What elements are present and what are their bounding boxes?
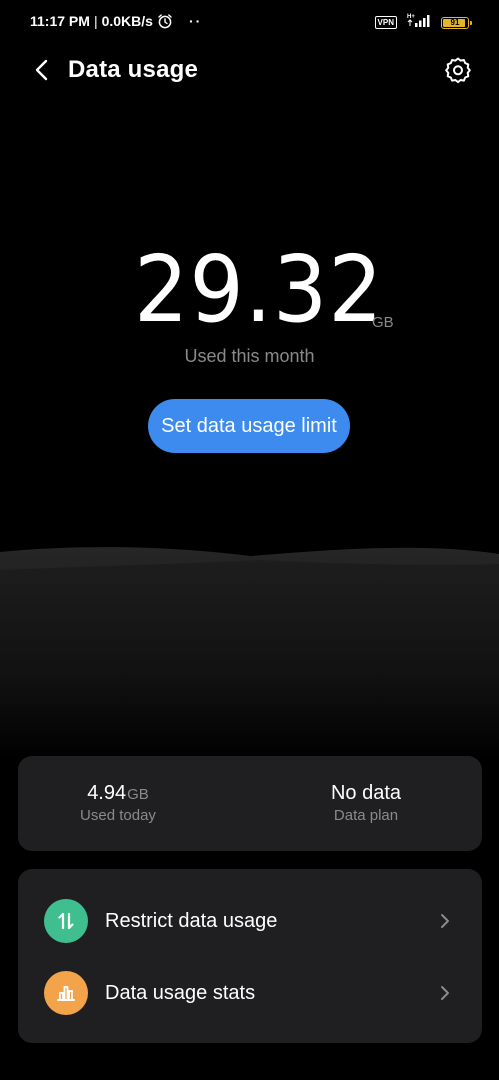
restrict-data-usage-item[interactable]: Restrict data usage bbox=[18, 885, 482, 957]
monthly-usage: 29.32 GB bbox=[0, 240, 499, 340]
chevron-right-icon bbox=[438, 911, 452, 931]
wave-decoration bbox=[0, 547, 499, 760]
status-separator: | bbox=[93, 13, 98, 29]
used-today-unit: GB bbox=[127, 786, 149, 803]
data-usage-stats-item[interactable]: Data usage stats bbox=[18, 957, 482, 1029]
data-plan-section[interactable]: No data Data plan bbox=[250, 756, 482, 851]
used-today-value-row: 4.94GB bbox=[0, 782, 250, 805]
used-today-section[interactable]: 4.94GB Used today bbox=[18, 756, 250, 851]
back-arrow-icon bbox=[35, 59, 48, 81]
vpn-badge: VPN bbox=[374, 16, 397, 29]
status-bar: 11:17 PM | 0.0KB/s ·· VPN H+ 91 bbox=[0, 0, 499, 44]
status-net-speed: 0.0KB/s bbox=[101, 13, 153, 29]
back-button[interactable] bbox=[28, 56, 56, 84]
battery-icon: 91 bbox=[441, 16, 472, 29]
gear-icon bbox=[445, 57, 471, 84]
data-plan-label: Data plan bbox=[333, 807, 399, 824]
status-right: VPN H+ 91 bbox=[374, 13, 472, 32]
bar-chart-icon bbox=[44, 971, 88, 1015]
usage-amount: 29.32 bbox=[134, 236, 384, 343]
settings-button[interactable] bbox=[443, 55, 473, 85]
used-today-label: Used today bbox=[80, 807, 156, 824]
usage-caption: Used this month bbox=[184, 346, 315, 366]
data-plan-value-row: No data bbox=[250, 782, 482, 805]
restrict-data-usage-label: Restrict data usage bbox=[105, 910, 278, 932]
status-time: 11:17 PM bbox=[30, 13, 90, 29]
network-type-label: H+ bbox=[407, 14, 415, 20]
page-title: Data usage bbox=[68, 56, 199, 83]
app-header: Data usage bbox=[0, 48, 499, 92]
actions-card: Restrict data usage Data usage stats bbox=[18, 869, 482, 1043]
used-today-value: 4.94 bbox=[87, 782, 127, 804]
alarm-icon bbox=[157, 13, 173, 29]
data-usage-stats-label: Data usage stats bbox=[105, 982, 256, 1004]
status-more-indicator: ·· bbox=[188, 13, 203, 29]
data-plan-value: No data bbox=[330, 782, 402, 804]
usage-summary-card: 4.94GB Used today No data Data plan bbox=[18, 756, 482, 851]
chevron-right-icon bbox=[438, 983, 452, 1003]
usage-unit: GB bbox=[372, 314, 394, 331]
battery-level: 91 bbox=[450, 17, 460, 27]
status-left: 11:17 PM | 0.0KB/s ·· bbox=[30, 13, 202, 29]
set-data-limit-button[interactable]: Set data usage limit bbox=[148, 399, 350, 453]
restrict-arrows-icon bbox=[44, 899, 88, 943]
signal-icon: H+ bbox=[407, 13, 431, 32]
